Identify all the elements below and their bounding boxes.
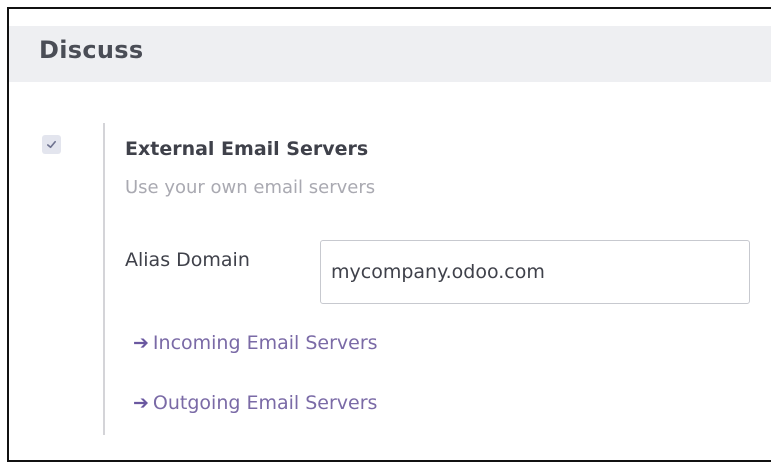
setting-title: External Email Servers xyxy=(125,138,369,160)
alias-domain-label: Alias Domain xyxy=(125,249,250,271)
incoming-email-servers-label: Incoming Email Servers xyxy=(152,332,378,354)
incoming-email-servers-link[interactable]: ➔ Incoming Email Servers xyxy=(133,332,378,354)
checkmark-icon xyxy=(47,140,56,149)
external-email-servers-checkbox[interactable] xyxy=(42,135,61,154)
outgoing-email-servers-link[interactable]: ➔ Outgoing Email Servers xyxy=(133,392,377,414)
setting-divider xyxy=(103,123,105,435)
setting-description: Use your own email servers xyxy=(125,177,376,198)
outgoing-email-servers-label: Outgoing Email Servers xyxy=(152,392,378,414)
section-header: Discuss xyxy=(9,26,771,82)
arrow-right-icon: ➔ xyxy=(133,332,149,354)
arrow-right-icon: ➔ xyxy=(133,392,149,414)
settings-panel: Discuss External Email Servers Use your … xyxy=(7,7,771,462)
alias-domain-input[interactable] xyxy=(320,240,750,304)
section-title: Discuss xyxy=(39,36,144,64)
